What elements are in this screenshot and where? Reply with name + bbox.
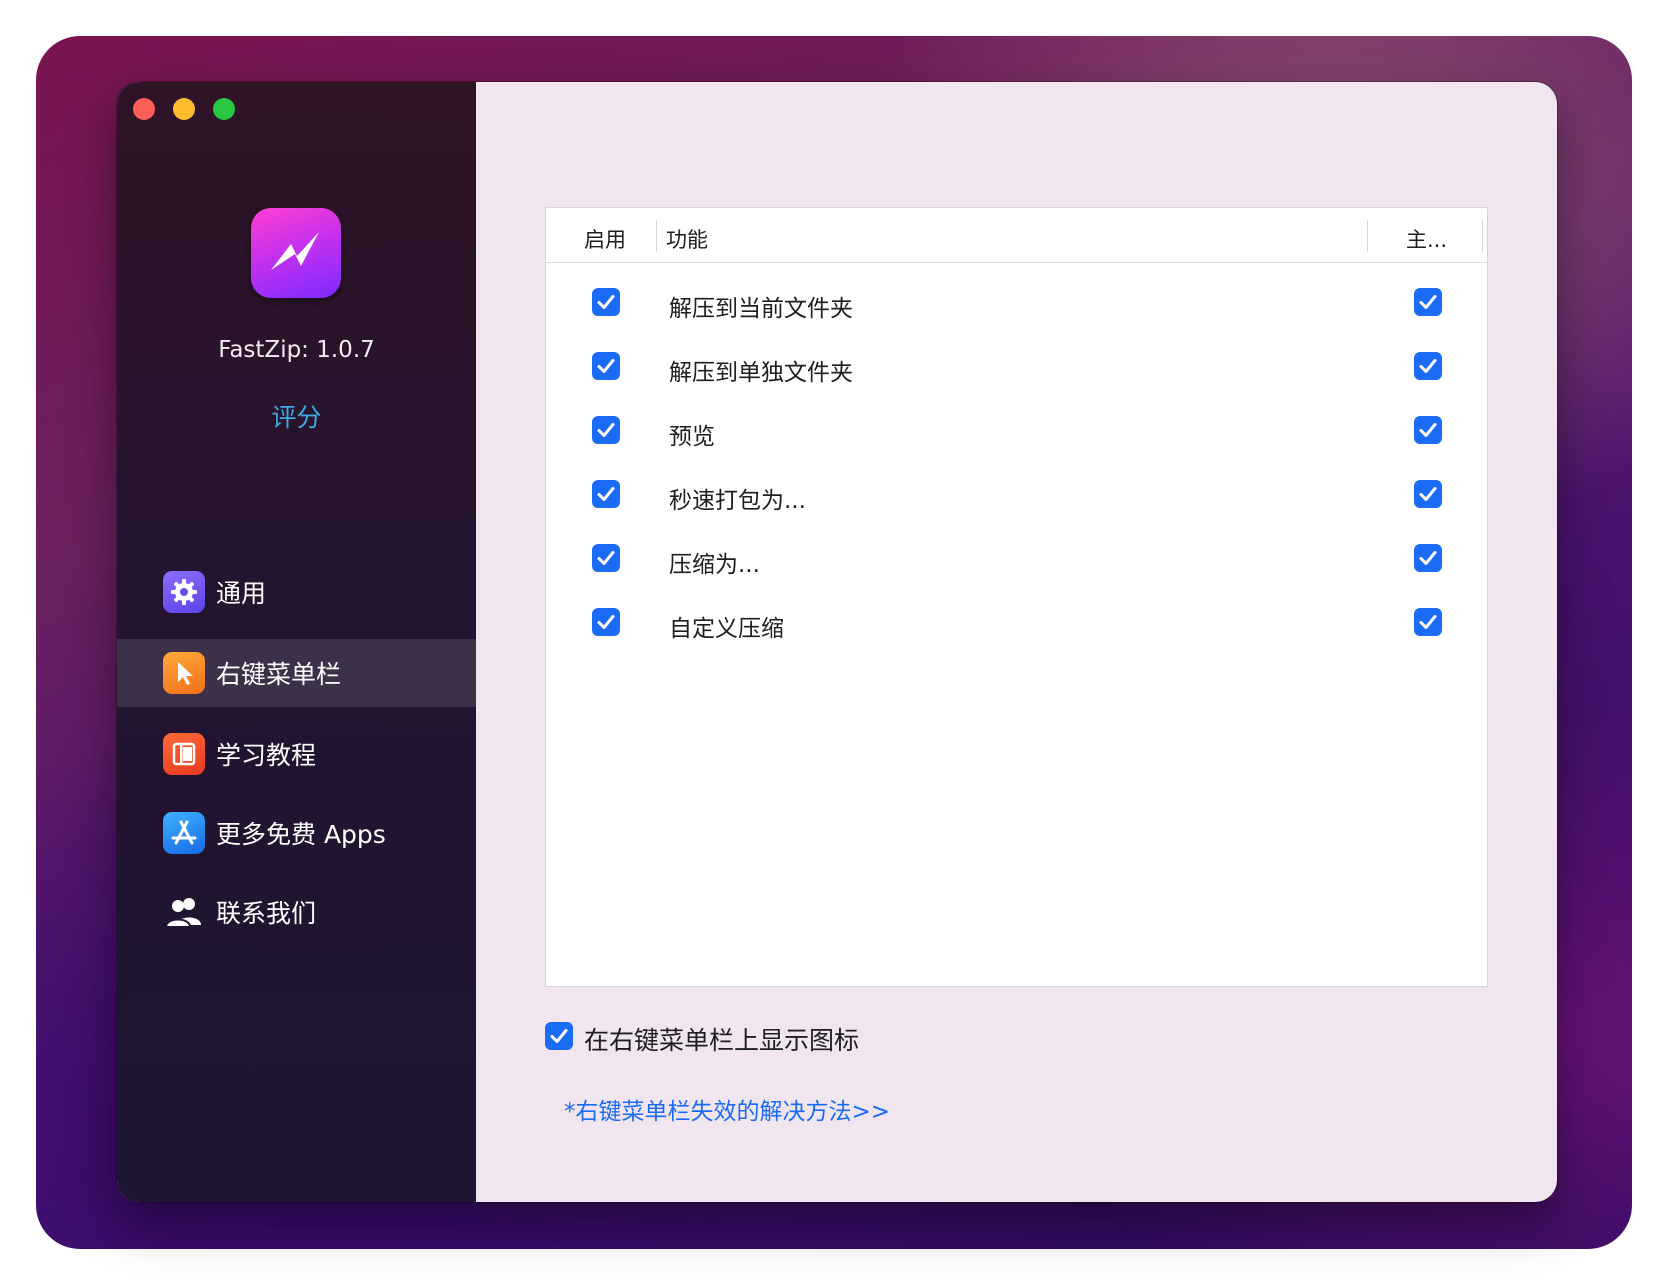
sidebar-item-label: 右键菜单栏	[216, 660, 342, 689]
column-header-enable[interactable]: 启用	[584, 224, 626, 254]
column-separator	[656, 220, 657, 252]
troubleshoot-link[interactable]: *右键菜单栏失效的解决方法>>	[564, 1092, 890, 1126]
sidebar-item-contact[interactable]: 联系我们	[117, 878, 476, 946]
sidebar-item-general[interactable]: 通用	[117, 558, 476, 626]
cursor-pointer-icon	[163, 652, 205, 694]
enable-checkbox[interactable]	[592, 416, 620, 444]
context-menu-table: 启用 功能 主... 解压到当前文件夹 解压到单独文件夹 预览 秒速打包为...…	[545, 207, 1488, 987]
sidebar-item-label: 学习教程	[216, 741, 317, 770]
sidebar-item-label: 通用	[216, 579, 267, 608]
sidebar-item-context-menu[interactable]: 右键菜单栏	[117, 639, 476, 707]
enable-checkbox[interactable]	[592, 608, 620, 636]
table-row: 解压到当前文件夹	[546, 273, 1487, 337]
column-separator	[1367, 220, 1368, 252]
table-row: 压缩为...	[546, 529, 1487, 593]
app-store-icon	[163, 812, 205, 854]
show-icon-checkbox[interactable]	[545, 1022, 573, 1050]
app-version: FastZip: 1.0.7	[218, 337, 375, 363]
table-row: 秒速打包为...	[546, 465, 1487, 529]
feature-label: 解压到当前文件夹	[669, 296, 853, 322]
column-header-feature[interactable]: 功能	[666, 224, 708, 254]
feature-label: 压缩为...	[669, 552, 760, 578]
table-row: 自定义压缩	[546, 593, 1487, 657]
table-header: 启用 功能 主...	[546, 208, 1487, 263]
table-row: 解压到单独文件夹	[546, 337, 1487, 401]
column-separator	[1482, 220, 1483, 252]
main-menu-checkbox[interactable]	[1414, 544, 1442, 572]
gear-icon	[163, 571, 205, 613]
enable-checkbox[interactable]	[592, 288, 620, 316]
sidebar-item-label: 联系我们	[216, 899, 317, 928]
table-row: 预览	[546, 401, 1487, 465]
feature-label: 秒速打包为...	[669, 488, 806, 514]
feature-label: 预览	[669, 424, 715, 450]
sidebar: FastZip: 1.0.7 评分 通用 右键菜单栏 学习教程 更多免费 App…	[117, 82, 476, 1202]
app-window: FastZip: 1.0.7 评分 通用 右键菜单栏 学习教程 更多免费 App…	[117, 82, 1557, 1202]
feature-label: 解压到单独文件夹	[669, 360, 853, 386]
minimize-window-button[interactable]	[173, 98, 195, 120]
close-window-button[interactable]	[133, 98, 155, 120]
main-content: 启用 功能 主... 解压到当前文件夹 解压到单独文件夹 预览 秒速打包为...…	[476, 82, 1557, 1202]
feature-label: 自定义压缩	[669, 616, 784, 642]
people-icon	[163, 891, 205, 933]
main-menu-checkbox[interactable]	[1414, 416, 1442, 444]
main-menu-checkbox[interactable]	[1414, 288, 1442, 316]
sidebar-item-label: 更多免费 Apps	[216, 820, 386, 849]
column-header-main[interactable]: 主...	[1406, 224, 1447, 254]
enable-checkbox[interactable]	[592, 544, 620, 572]
main-menu-checkbox[interactable]	[1414, 608, 1442, 636]
enable-checkbox[interactable]	[592, 480, 620, 508]
main-menu-checkbox[interactable]	[1414, 480, 1442, 508]
zoom-window-button[interactable]	[213, 98, 235, 120]
sidebar-item-tutorials[interactable]: 学习教程	[117, 720, 476, 788]
sidebar-item-more-apps[interactable]: 更多免费 Apps	[117, 799, 476, 867]
main-menu-checkbox[interactable]	[1414, 352, 1442, 380]
show-icon-label[interactable]: 在右键菜单栏上显示图标	[584, 1021, 859, 1057]
lightning-bolt-icon	[251, 208, 341, 298]
book-icon	[163, 733, 205, 775]
enable-checkbox[interactable]	[592, 352, 620, 380]
rate-link[interactable]: 评分	[117, 398, 476, 434]
